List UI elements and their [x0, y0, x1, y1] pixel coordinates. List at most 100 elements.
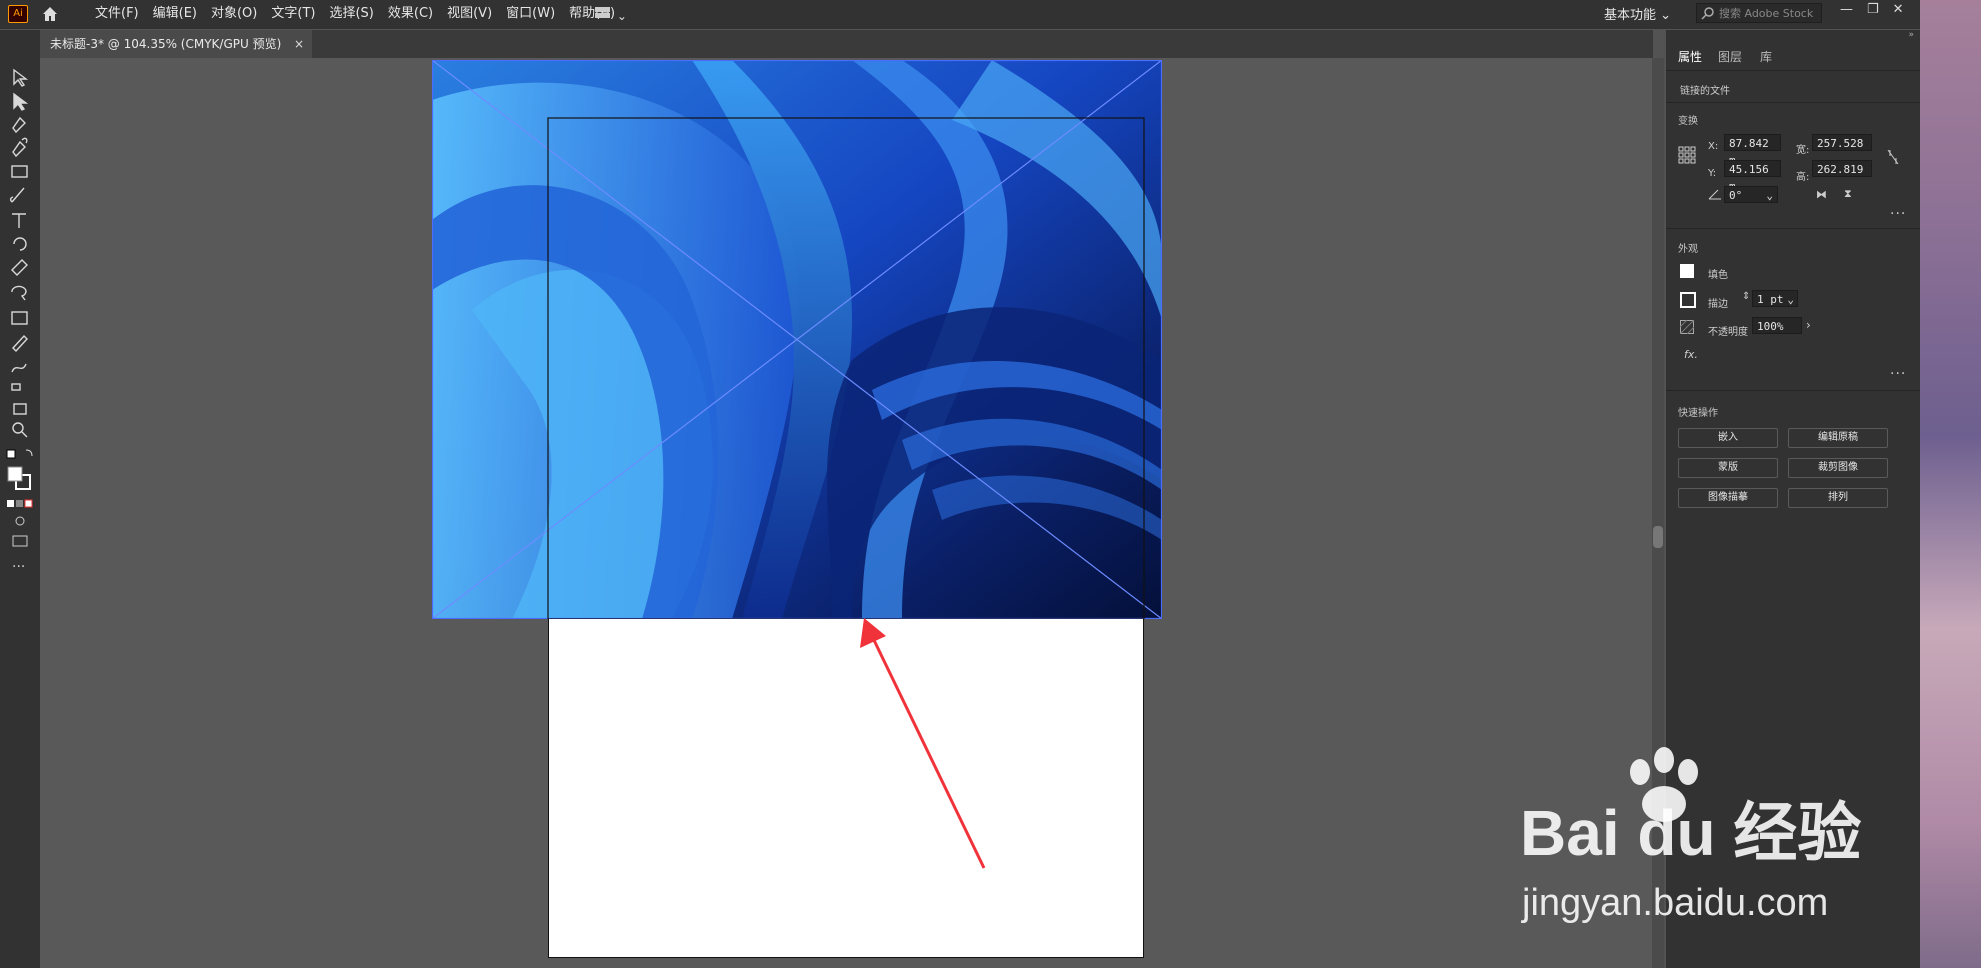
- chevron-right-icon[interactable]: ›: [1806, 318, 1811, 332]
- annotation-arrow: [860, 618, 986, 869]
- transform-heading: 变换: [1678, 116, 1698, 127]
- collapse-panel-icon[interactable]: »: [1908, 30, 1914, 40]
- eraser-tool-icon[interactable]: [11, 259, 28, 276]
- workspace-label: 基本功能: [1604, 8, 1657, 23]
- window-controls: — ❐ ✕: [1840, 2, 1904, 17]
- watermark-url: jingyan.baidu.com: [1522, 882, 1829, 924]
- swap-colors-icon[interactable]: [25, 449, 33, 457]
- zoom-tool-icon[interactable]: [12, 422, 24, 434]
- flip-horizontal-icon[interactable]: ⧓: [1816, 188, 1827, 201]
- artboard-tool-icon[interactable]: [13, 403, 27, 415]
- crop-image-button[interactable]: 裁剪图像: [1788, 458, 1888, 478]
- menu-object[interactable]: 对象(O): [204, 5, 264, 23]
- none-mode-icon[interactable]: [24, 499, 33, 508]
- more-tools-icon[interactable]: ···: [12, 559, 25, 575]
- fx-button[interactable]: fx.: [1684, 348, 1698, 361]
- stroke-swatch[interactable]: [1680, 292, 1696, 308]
- restore-icon[interactable]: ❐: [1867, 2, 1879, 17]
- edit-original-button[interactable]: 编辑原稿: [1788, 428, 1888, 448]
- lasso-tool-icon[interactable]: [11, 285, 27, 301]
- scrollbar-thumb[interactable]: [1653, 526, 1663, 548]
- menu-bar: Ai 文件(F) 编辑(E) 对象(O) 文字(T) 选择(S) 效果(C) 视…: [0, 0, 1920, 29]
- chevron-down-icon: ⌄: [1766, 189, 1773, 202]
- mask-button[interactable]: 蒙版: [1678, 458, 1778, 478]
- arrange-documents-button[interactable]: ⌄: [595, 6, 627, 23]
- reference-point-icon[interactable]: [1678, 146, 1696, 164]
- fill-swatch[interactable]: [1680, 264, 1694, 278]
- menu-effect[interactable]: 效果(C): [381, 5, 440, 23]
- stroke-stepper-icon[interactable]: ⇕: [1742, 291, 1750, 302]
- menu-file[interactable]: 文件(F): [88, 5, 146, 23]
- panel-tabs: 属性 图层 库: [1666, 44, 1920, 71]
- draw-mode-icon[interactable]: [15, 516, 25, 526]
- x-field[interactable]: 87.842 m: [1724, 134, 1781, 167]
- menu-edit[interactable]: 编辑(E): [146, 5, 204, 23]
- tab-properties[interactable]: 属性: [1678, 48, 1702, 65]
- screen-mode-icon[interactable]: [12, 535, 28, 547]
- image-trace-button[interactable]: 图像描摹: [1678, 488, 1778, 508]
- close-tab-icon[interactable]: ×: [294, 30, 304, 58]
- more-options-icon[interactable]: ···: [1890, 366, 1906, 382]
- gradient-mode-icon[interactable]: [16, 500, 23, 507]
- arrange-button[interactable]: 排列: [1788, 488, 1888, 508]
- gradient-tool-icon[interactable]: [11, 311, 28, 325]
- y-field[interactable]: 45.156 m: [1724, 160, 1781, 193]
- flip-vertical-icon[interactable]: ⧗: [1844, 187, 1852, 201]
- rotate-tool-icon[interactable]: [13, 237, 27, 251]
- opacity-label: 不透明度: [1708, 327, 1748, 338]
- stroke-label: 描边: [1708, 299, 1728, 310]
- rectangle-tool-icon[interactable]: [11, 165, 28, 178]
- fill-label: 填色: [1708, 270, 1728, 281]
- tab-layers[interactable]: 图层: [1718, 48, 1742, 65]
- type-tool-icon[interactable]: [12, 213, 26, 228]
- default-colors-icon[interactable]: [6, 449, 16, 459]
- selection-tool-icon[interactable]: [13, 68, 29, 87]
- close-icon[interactable]: ✕: [1893, 2, 1904, 17]
- rotate-angle-value: 0°: [1729, 189, 1743, 202]
- menu-window[interactable]: 窗口(W): [499, 5, 562, 23]
- puppet-warp-tool-icon[interactable]: [11, 363, 27, 373]
- chevron-down-icon: ⌄: [1787, 293, 1794, 306]
- opacity-field[interactable]: 100%: [1752, 317, 1802, 334]
- pen-tool-icon[interactable]: [12, 116, 26, 134]
- placed-image[interactable]: [432, 60, 1162, 619]
- document-tab[interactable]: 未标题-3* @ 104.35% (CMYK/GPU 预览) ×: [40, 30, 312, 58]
- app-logo: Ai: [8, 5, 28, 23]
- menu-select[interactable]: 选择(S): [322, 5, 380, 23]
- y-label: Y:: [1708, 168, 1717, 179]
- constrain-proportions-icon[interactable]: [1886, 148, 1900, 166]
- direct-selection-tool-icon[interactable]: [13, 92, 29, 111]
- fill-swatch-icon[interactable]: [7, 466, 23, 482]
- workspace-switcher[interactable]: 基本功能 ⌄: [1604, 4, 1671, 23]
- eyedropper-tool-icon[interactable]: [12, 334, 28, 353]
- x-label: X:: [1708, 141, 1719, 152]
- height-field[interactable]: 262.819: [1812, 160, 1872, 177]
- home-icon[interactable]: [40, 4, 60, 24]
- search-icon: [1701, 7, 1714, 20]
- tools-panel: ···: [0, 30, 40, 968]
- tab-libraries[interactable]: 库: [1760, 48, 1772, 65]
- embed-button[interactable]: 嵌入: [1678, 428, 1778, 448]
- minimize-icon[interactable]: —: [1840, 2, 1853, 17]
- stroke-weight-value: 1 pt: [1757, 293, 1784, 306]
- more-options-icon[interactable]: ···: [1890, 206, 1906, 222]
- divider: [1666, 390, 1920, 391]
- document-tab-bar: 未标题-3* @ 104.35% (CMYK/GPU 预览) ×: [40, 30, 1653, 58]
- curvature-tool-icon[interactable]: [12, 137, 28, 158]
- menu-view[interactable]: 视图(V): [440, 5, 499, 23]
- symbol-sprayer-tool-icon[interactable]: [11, 383, 21, 391]
- angle-icon: [1708, 189, 1721, 200]
- divider: [1666, 102, 1920, 103]
- rotate-angle-field[interactable]: 0° ⌄: [1724, 186, 1778, 203]
- chevron-down-icon: ⌄: [616, 9, 627, 23]
- width-field[interactable]: 257.528: [1812, 134, 1872, 151]
- main-menu: 文件(F) 编辑(E) 对象(O) 文字(T) 选择(S) 效果(C) 视图(V…: [88, 5, 622, 23]
- stroke-weight-field[interactable]: 1 pt ⌄: [1752, 290, 1798, 307]
- height-label: 高:: [1796, 172, 1810, 183]
- paintbrush-tool-icon[interactable]: [9, 187, 25, 203]
- menu-type[interactable]: 文字(T): [264, 5, 322, 23]
- color-mode-icon[interactable]: [7, 500, 14, 507]
- stock-search-input[interactable]: 搜索 Adobe Stock: [1696, 3, 1822, 23]
- desktop-background: [1920, 0, 1981, 968]
- divider: [1666, 228, 1920, 229]
